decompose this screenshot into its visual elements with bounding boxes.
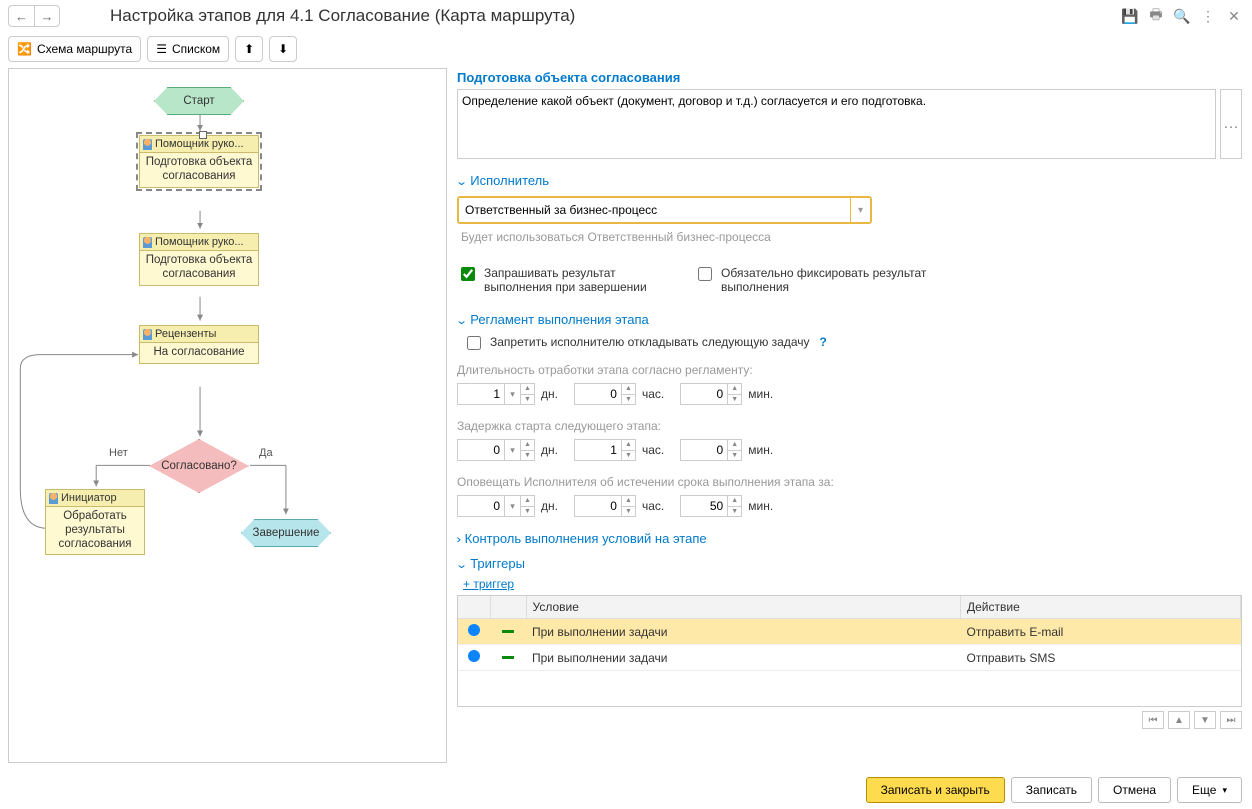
play-icon	[468, 624, 480, 636]
notify-label: Оповещать Исполнителя об истечении срока…	[457, 475, 1242, 489]
print-icon[interactable]: 🖶	[1146, 6, 1166, 26]
header: ← → Настройка этапов для 4.1 Согласовани…	[0, 0, 1252, 32]
close-icon[interactable]: ✕	[1224, 6, 1244, 26]
flow-task-1[interactable]: Помощник руко... Подготовка объекта согл…	[139, 135, 259, 188]
person-icon	[143, 237, 152, 248]
disallow-postpone-input[interactable]	[467, 336, 481, 350]
nav-back-button[interactable]: ←	[8, 5, 34, 27]
table-down-button[interactable]: ▼	[1194, 711, 1216, 729]
notify-days[interactable]: ▾▲▼	[457, 495, 535, 517]
request-result-input[interactable]	[461, 267, 475, 281]
help-icon[interactable]: ?	[820, 335, 827, 349]
control-section[interactable]: Контроль выполнения условий на этапе	[457, 531, 1242, 546]
play-icon	[468, 650, 480, 662]
col-action[interactable]: Действие	[961, 596, 1241, 619]
executor-hint: Будет использоваться Ответственный бизне…	[461, 230, 1242, 244]
description-input[interactable]	[457, 89, 1216, 159]
flow-start[interactable]: Старт	[154, 87, 244, 115]
executor-dropdown-button[interactable]: ▾	[850, 198, 870, 222]
scheme-icon: 🔀	[17, 42, 32, 56]
person-icon	[143, 139, 152, 150]
dur-mins[interactable]: ▲▼	[680, 383, 742, 405]
trigger-row[interactable]: При выполнении задачи Отправить E-mail	[458, 619, 1241, 645]
preview-icon[interactable]: 🔍	[1172, 6, 1192, 26]
add-trigger-link[interactable]: + триггер	[463, 577, 1242, 591]
edge-yes: Да	[259, 447, 273, 459]
table-up-button[interactable]: ▲	[1168, 711, 1190, 729]
flow-end[interactable]: Завершение	[241, 519, 331, 547]
person-icon	[143, 329, 152, 340]
description-expand-button[interactable]: …	[1220, 89, 1242, 159]
save-icon[interactable]: 💾	[1120, 6, 1140, 26]
triggers-table: Условие Действие При выполнении задачи О…	[458, 596, 1241, 671]
edge-no: Нет	[109, 447, 128, 459]
reglament-section[interactable]: Регламент выполнения этапа	[457, 312, 1242, 327]
footer: Записать и закрыть Записать Отмена Еще▾	[866, 777, 1242, 803]
table-first-button[interactable]: ⏮	[1142, 711, 1164, 729]
triggers-section[interactable]: Триггеры	[457, 556, 1242, 571]
request-result-checkbox[interactable]: Запрашивать результат выполнения при зав…	[457, 266, 654, 294]
duration-label: Длительность отработки этапа согласно ре…	[457, 363, 1242, 377]
kebab-icon[interactable]: ⋮	[1198, 6, 1218, 26]
prep-title: Подготовка объекта согласования	[457, 70, 1242, 85]
mandatory-fix-checkbox[interactable]: Обязательно фиксировать результат выполн…	[694, 266, 941, 294]
minus-icon	[502, 630, 514, 633]
list-mode-label: Списком	[172, 42, 220, 56]
toolbar: 🔀 Схема маршрута ☰ Списком ⬆ ⬇	[0, 32, 1252, 66]
more-button[interactable]: Еще▾	[1177, 777, 1242, 803]
executor-combo[interactable]: ▾	[457, 196, 872, 224]
delay-hours[interactable]: ▲▼	[574, 439, 636, 461]
dur-days[interactable]: ▾▲▼	[457, 383, 535, 405]
nav-forward-button[interactable]: →	[34, 5, 60, 27]
mandatory-fix-input[interactable]	[698, 267, 712, 281]
triggers-table-wrap: Условие Действие При выполнении задачи О…	[457, 595, 1242, 707]
dur-hours[interactable]: ▲▼	[574, 383, 636, 405]
executor-section[interactable]: Исполнитель	[457, 173, 1242, 188]
delay-label: Задержка старта следующего этапа:	[457, 419, 1242, 433]
move-down-button[interactable]: ⬇	[269, 36, 297, 62]
save-and-close-button[interactable]: Записать и закрыть	[866, 777, 1005, 803]
trigger-row[interactable]: При выполнении задачи Отправить SMS	[458, 645, 1241, 671]
col-condition[interactable]: Условие	[526, 596, 961, 619]
list-mode-tab[interactable]: ☰ Списком	[147, 36, 229, 62]
delay-mins[interactable]: ▲▼	[680, 439, 742, 461]
route-scheme-tab[interactable]: 🔀 Схема маршрута	[8, 36, 141, 62]
list-icon: ☰	[156, 42, 167, 56]
cancel-button[interactable]: Отмена	[1098, 777, 1171, 803]
flow-task-2[interactable]: Помощник руко... Подготовка объекта согл…	[139, 233, 259, 286]
minus-icon	[502, 656, 514, 659]
flowchart-canvas[interactable]: Старт Помощник руко... Подготовка объект…	[8, 68, 447, 763]
notify-mins[interactable]: ▲▼	[680, 495, 742, 517]
route-scheme-label: Схема маршрута	[37, 42, 132, 56]
delay-days[interactable]: ▾▲▼	[457, 439, 535, 461]
disallow-postpone-checkbox[interactable]: Запретить исполнителю откладывать следую…	[463, 335, 1242, 353]
table-last-button[interactable]: ⏭	[1220, 711, 1242, 729]
person-icon	[49, 493, 58, 504]
diagram-pane: Старт Помощник руко... Подготовка объект…	[0, 66, 455, 775]
notify-hours[interactable]: ▲▼	[574, 495, 636, 517]
move-up-button[interactable]: ⬆	[235, 36, 263, 62]
flow-task-3[interactable]: Рецензенты На согласование	[139, 325, 259, 364]
page-title: Настройка этапов для 4.1 Согласование (К…	[110, 6, 575, 26]
flow-decision[interactable]: Согласовано?	[149, 439, 249, 493]
properties-pane: Подготовка объекта согласования … Исполн…	[455, 66, 1252, 775]
save-button[interactable]: Записать	[1011, 777, 1092, 803]
executor-input[interactable]	[459, 198, 850, 222]
flow-task-4[interactable]: Инициатор Обработать результаты согласов…	[45, 489, 145, 555]
